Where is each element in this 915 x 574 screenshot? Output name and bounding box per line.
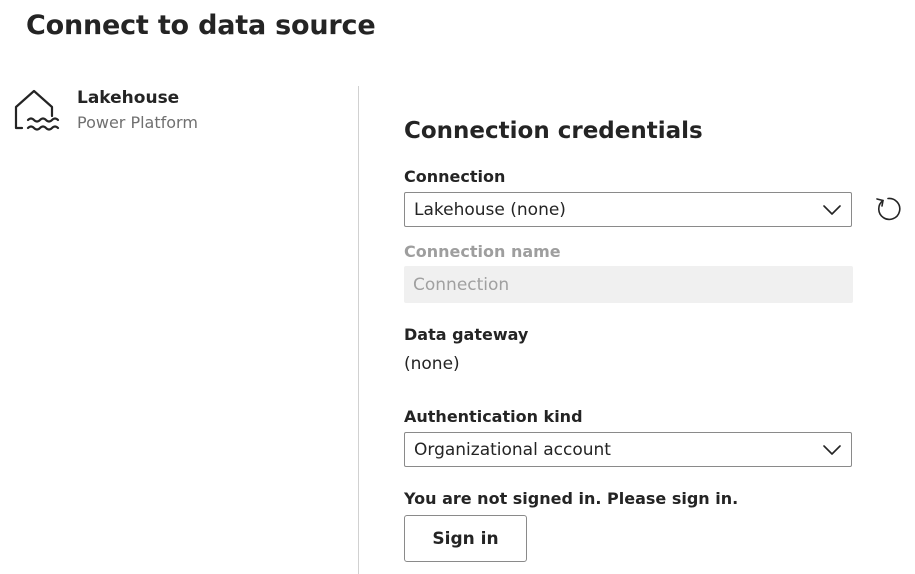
connection-dropdown[interactable]: Lakehouse (none) [404,192,852,227]
chevron-down-icon [823,205,841,215]
connection-label: Connection [404,167,506,186]
authentication-kind-dropdown[interactable]: Organizational account [404,432,852,467]
data-source-category: Power Platform [77,113,198,132]
connection-name-label: Connection name [404,242,561,261]
data-gateway-label: Data gateway [404,325,529,344]
connection-name-input[interactable] [404,266,853,303]
data-gateway-value: (none) [404,354,460,374]
connection-dropdown-value: Lakehouse (none) [414,200,566,220]
connection-credentials-heading: Connection credentials [404,118,703,144]
authentication-kind-label: Authentication kind [404,407,583,426]
data-source-card[interactable]: Lakehouse Power Platform [14,86,344,136]
chevron-down-icon [823,445,841,455]
signin-status-message: You are not signed in. Please sign in. [404,489,739,508]
authentication-kind-value: Organizational account [414,440,611,460]
sign-in-button[interactable]: Sign in [404,515,527,562]
page-title: Connect to data source [26,10,376,41]
data-source-name: Lakehouse [77,88,180,108]
panel-divider [358,86,359,574]
lakehouse-icon [14,89,60,131]
refresh-icon[interactable] [873,194,903,224]
